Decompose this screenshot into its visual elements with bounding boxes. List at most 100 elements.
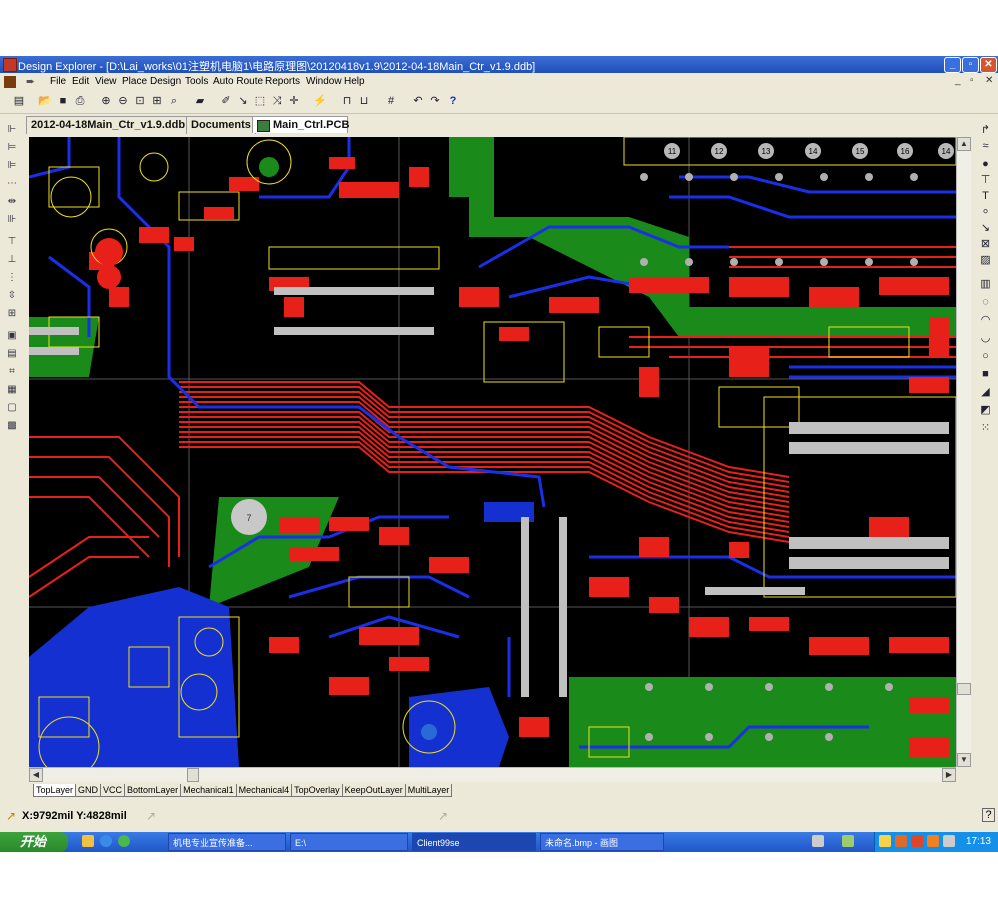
space-vertical-icon[interactable]: ⇳ [6, 290, 18, 302]
scroll-right-icon[interactable]: ▶ [942, 768, 956, 782]
distribute-vertical-icon[interactable]: ⋮ [6, 272, 18, 284]
import-icon[interactable]: ▩ [6, 420, 18, 432]
status-help-icon[interactable]: ? [982, 808, 995, 822]
place-line-icon[interactable]: ≈ [979, 140, 992, 153]
minimize-button[interactable]: _ [944, 57, 961, 73]
place-origin-icon[interactable]: ⊠ [979, 238, 992, 251]
net-icon[interactable]: ⊔ [357, 94, 371, 108]
arc-edge-icon[interactable]: ◠ [979, 314, 992, 327]
redo-icon[interactable]: ↷ [428, 94, 442, 108]
tab-documents[interactable]: Documents [186, 116, 256, 134]
qq-tray-icon[interactable] [895, 835, 907, 847]
zoom-fit-icon[interactable]: ⊡ [133, 94, 147, 108]
close-button[interactable]: ✕ [980, 57, 997, 73]
arrange-outside-icon[interactable]: ▤ [6, 348, 18, 360]
distribute-horizontal-icon[interactable]: ⋯ [6, 178, 18, 190]
undo-icon[interactable]: ↶ [411, 94, 425, 108]
place-coordinate-icon[interactable]: ⸰ [979, 206, 992, 219]
menu-tools[interactable]: Tools [185, 76, 208, 87]
start-button[interactable]: 开始 [0, 832, 68, 852]
document-menu-icon[interactable] [4, 76, 16, 88]
menu-help[interactable]: Help [344, 76, 365, 87]
align-left-icon[interactable]: ⊨ [6, 142, 18, 154]
place-component-icon[interactable]: ▥ [979, 278, 992, 291]
save-icon[interactable]: ■ [56, 94, 70, 108]
layer-tab-keepoutlayer[interactable]: KeepOutLayer [341, 784, 406, 797]
move-to-grid-icon[interactable]: ⌗ [6, 366, 18, 378]
place-circle-icon[interactable]: ○ [979, 350, 992, 363]
help-icon[interactable]: ? [446, 94, 460, 108]
place-via-icon[interactable]: ⊤ [979, 174, 992, 187]
network-tray-icon[interactable] [943, 835, 955, 847]
menu-file[interactable]: File [50, 76, 66, 87]
browse-library-icon[interactable]: ▰ [193, 94, 207, 108]
browser-quicklaunch-icon[interactable] [118, 835, 130, 847]
arrange-room-icon[interactable]: ▣ [6, 330, 18, 342]
space-horizontal-icon[interactable]: ⇹ [6, 196, 18, 208]
align-center-icon[interactable]: ⊪ [6, 214, 18, 226]
menu-design[interactable]: Design [150, 76, 181, 87]
folder-quicklaunch-icon[interactable] [82, 835, 94, 847]
align-top-icon[interactable]: ⊤ [6, 236, 18, 248]
design-manager-icon[interactable]: ▤ [12, 94, 26, 108]
zoom-area-icon[interactable]: ⊞ [150, 94, 164, 108]
drc-icon[interactable]: ⚡ [313, 94, 327, 108]
component-icon[interactable]: ⊓ [340, 94, 354, 108]
bring-to-front-icon[interactable]: ⊩ [6, 124, 18, 136]
place-text-icon[interactable]: T [979, 190, 992, 203]
tab-main-ctrl-pcb[interactable]: Main_Ctrl.PCB [252, 116, 349, 133]
open-folder-icon[interactable]: 📂 [38, 94, 52, 108]
print-icon[interactable]: ⎙ [73, 94, 87, 108]
move-selection-icon[interactable]: ✛ [287, 94, 301, 108]
zoom-last-icon[interactable]: ⌕ [167, 94, 181, 108]
mdi-restore-button[interactable]: ▫ [970, 75, 974, 86]
align-bottom-icon[interactable]: ⊥ [6, 254, 18, 266]
menu-place[interactable]: Place [122, 76, 147, 87]
layer-tab-mechanical4[interactable]: Mechanical4 [235, 784, 293, 797]
deselect-icon[interactable]: ⤨ [270, 94, 284, 108]
component-group-icon[interactable]: ▦ [6, 384, 18, 396]
layer-tab-bottomlayer[interactable]: BottomLayer [124, 784, 182, 797]
scroll-thumb-h[interactable] [187, 768, 199, 782]
security-tray-icon[interactable] [911, 835, 923, 847]
layer-tab-gnd[interactable]: GND [75, 784, 102, 797]
arc-center-icon[interactable]: ◌ [979, 296, 992, 309]
scroll-left-icon[interactable]: ◀ [29, 768, 43, 782]
mdi-minimize-button[interactable]: _ [955, 75, 961, 86]
layer-tab-vcc[interactable]: VCC [100, 784, 126, 797]
align-middle-icon[interactable]: ⊞ [6, 308, 18, 320]
task-paint[interactable]: 未命名.bmp - 画图 [540, 833, 664, 851]
menu-reports[interactable]: Reports [265, 76, 300, 87]
horizontal-scrollbar[interactable]: ◀ ▶ [29, 767, 956, 782]
maximize-button[interactable]: ▫ [962, 57, 979, 73]
menu-view[interactable]: View [95, 76, 117, 87]
place-track-icon[interactable]: ↱ [979, 124, 992, 137]
mdi-close-button[interactable]: ✕ [985, 75, 993, 86]
cross-probe-icon[interactable]: ✐ [219, 94, 233, 108]
place-fill-icon[interactable]: ■ [979, 368, 992, 381]
union-icon[interactable]: ▢ [6, 402, 18, 414]
layer-tab-toplayer[interactable]: TopLayer [33, 784, 77, 797]
arc-any-angle-icon[interactable]: ◡ [979, 332, 992, 345]
ie-quicklaunch-icon[interactable] [100, 835, 112, 847]
keyboard-tray-icon[interactable] [812, 835, 824, 847]
place-dimension-icon[interactable]: ↘ [979, 222, 992, 235]
task-client99se[interactable]: Client99se [412, 833, 536, 851]
array-paste-icon[interactable]: ⁙ [979, 422, 992, 435]
update-tray-icon[interactable] [927, 835, 939, 847]
layer-tab-topoverlay[interactable]: TopOverlay [291, 784, 343, 797]
place-pad-icon[interactable]: ● [979, 158, 992, 171]
back-arrow-icon[interactable]: ➨ [26, 75, 35, 88]
select-area-icon[interactable]: ⬚ [253, 94, 267, 108]
menu-auto-route[interactable]: Auto Route [213, 76, 263, 87]
vertical-scrollbar[interactable]: ▲ ▼ [956, 137, 971, 767]
layer-tab-mechanical1[interactable]: Mechanical1 [180, 784, 237, 797]
zoom-in-icon[interactable]: ⊕ [99, 94, 113, 108]
scroll-up-icon[interactable]: ▲ [957, 137, 971, 151]
menu-edit[interactable]: Edit [72, 76, 89, 87]
zoom-out-icon[interactable]: ⊖ [116, 94, 130, 108]
scroll-down-icon[interactable]: ▼ [957, 753, 971, 767]
align-right-icon[interactable]: ⊫ [6, 160, 18, 172]
menu-window[interactable]: Window [306, 76, 342, 87]
task-explorer[interactable]: E:\ [290, 833, 408, 851]
